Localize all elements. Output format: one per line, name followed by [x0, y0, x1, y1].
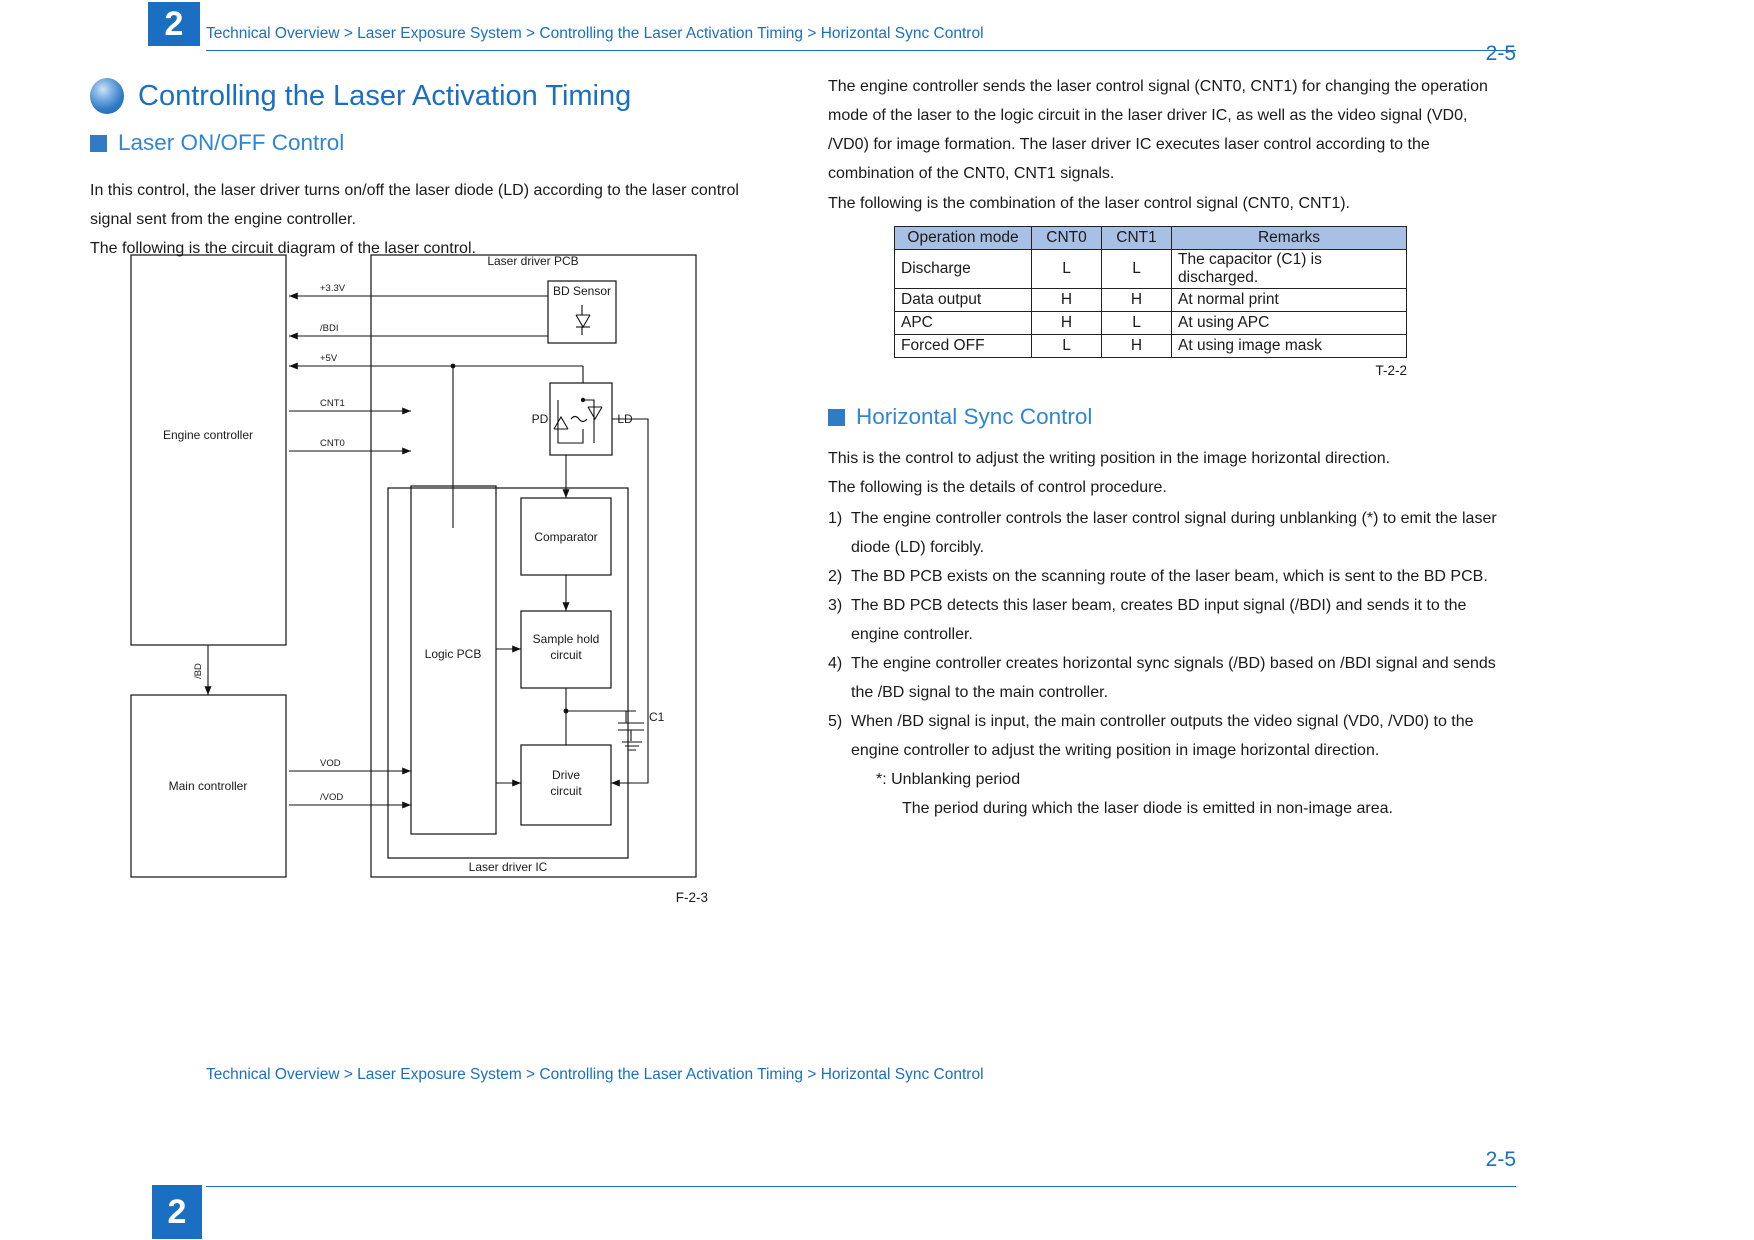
cell-mode: APC [894, 311, 1032, 335]
right-paragraph-2: The following is the combination of the … [828, 195, 1350, 212]
footer-divider [206, 1186, 1516, 1187]
list-item: 5) When /BD signal is input, the main co… [828, 707, 1498, 765]
left-paragraph-1: In this control, the laser driver turns … [90, 182, 739, 228]
footnote-text-line: The period during which the laser diode … [902, 800, 1393, 817]
fig-label-comparator: Comparator [534, 530, 597, 544]
fig-label-bd-sensor: BD Sensor [553, 284, 611, 298]
list-item: 3) The BD PCB detects this laser beam, c… [828, 591, 1498, 649]
procedure-steps: 1) The engine controller controls the la… [828, 504, 1498, 765]
table-row: Discharge L L The capacitor (C1) is disc… [894, 249, 1407, 289]
fig-signal-33v: +3.3V [320, 283, 346, 294]
fig-label-drive-1: Drive [552, 768, 580, 782]
page-title-row: Controlling the Laser Activation Timing [90, 72, 750, 120]
right-paragraph-1: The engine controller sends the laser co… [828, 78, 1488, 182]
fig-label-laser-driver-ic: Laser driver IC [469, 860, 548, 874]
cell-cnt1: H [1101, 288, 1172, 312]
header-divider [206, 50, 1516, 51]
table-caption: T-2-2 [1375, 363, 1407, 378]
fig-signal-cnt1: CNT1 [320, 398, 345, 409]
section-heading-laser-onoff: Laser ON/OFF Control [90, 130, 750, 156]
figure-caption: F-2-3 [675, 890, 708, 905]
footer-breadcrumb: Technical Overview > Laser Exposure Syst… [206, 1066, 984, 1083]
fig-signal-5v: +5V [320, 353, 338, 364]
right-column: The engine controller sends the laser co… [828, 72, 1498, 823]
cell-cnt1: H [1101, 334, 1172, 358]
cell-cnt1: L [1101, 311, 1172, 335]
cell-mode: Discharge [894, 249, 1032, 289]
left-column: Controlling the Laser Activation Timing … [90, 72, 750, 263]
th-cnt0: CNT0 [1031, 226, 1102, 250]
th-remarks: Remarks [1171, 226, 1407, 250]
step-number: 5) [828, 713, 843, 730]
cell-remarks: At normal print [1171, 288, 1407, 312]
fig-label-drive-2: circuit [550, 784, 582, 798]
page-number-top: 2-5 [1485, 42, 1516, 65]
page-header: 2 Technical Overview > Laser Exposure Sy… [0, 0, 1754, 65]
fig-label-engine-controller: Engine controller [163, 428, 253, 442]
step-text: The BD PCB exists on the scanning route … [851, 568, 1488, 585]
fig-label-main-controller: Main controller [169, 779, 248, 793]
fig-label-logic-pcb: Logic PCB [425, 647, 482, 661]
step-number: 4) [828, 655, 843, 672]
page-title: Controlling the Laser Activation Timing [138, 79, 632, 112]
fig-signal-cnt0: CNT0 [320, 438, 345, 449]
fig-label-sample-hold-2: circuit [550, 648, 582, 662]
list-item: 1) The engine controller controls the la… [828, 504, 1498, 562]
step-number: 2) [828, 568, 843, 585]
cell-cnt0: L [1031, 334, 1102, 358]
step-number: 3) [828, 597, 843, 614]
sphere-bullet-icon [90, 78, 124, 114]
fig-signal-vod: VOD [320, 758, 341, 769]
step-text: The BD PCB detects this laser beam, crea… [851, 597, 1467, 643]
cell-remarks: At using image mask [1171, 334, 1407, 358]
table-row: Forced OFF L H At using image mask [894, 334, 1407, 358]
cell-cnt0: H [1031, 288, 1102, 312]
fig-label-sample-hold-1: Sample hold [533, 632, 600, 646]
square-bullet-icon [90, 134, 107, 152]
footer-chapter-badge: 2 [152, 1185, 202, 1239]
laser-control-signal-table: Operation mode CNT0 CNT1 Remarks Dischar… [894, 226, 1407, 358]
footnote-marker-line: *: Unblanking period [876, 771, 1021, 788]
fig-label-ld: LD [617, 412, 633, 426]
right-paragraph-4: The following is the details of control … [828, 479, 1167, 496]
list-item: 4) The engine controller creates horizon… [828, 649, 1498, 707]
step-text: When /BD signal is input, the main contr… [851, 713, 1474, 759]
fig-signal-bdi: /BDI [320, 323, 338, 334]
list-item: 2) The BD PCB exists on the scanning rou… [828, 562, 1498, 591]
square-bullet-icon [828, 408, 845, 426]
step-text: The engine controller controls the laser… [851, 510, 1497, 556]
cell-mode: Data output [894, 288, 1032, 312]
table-header-row: Operation mode CNT0 CNT1 Remarks [894, 226, 1407, 250]
step-text: The engine controller creates horizontal… [851, 655, 1496, 701]
th-cnt1: CNT1 [1101, 226, 1172, 250]
fig-label-pd: PD [532, 412, 549, 426]
cell-cnt0: H [1031, 311, 1102, 335]
step-number: 1) [828, 510, 843, 527]
breadcrumb: Technical Overview > Laser Exposure Syst… [206, 25, 984, 42]
page-number-bottom: 2-5 [1485, 1148, 1516, 1171]
circuit-diagram: Engine controller Main controller Laser … [128, 243, 708, 888]
fig-signal-bd: /BD [193, 663, 204, 679]
fig-signal-nvod: /VOD [320, 792, 343, 803]
table-row: APC H L At using APC [894, 311, 1407, 335]
section-heading-label: Laser ON/OFF Control [118, 130, 345, 155]
fig-label-laser-driver-pcb: Laser driver PCB [487, 254, 578, 268]
section-heading-horizontal-sync: Horizontal Sync Control [828, 404, 1498, 430]
cell-remarks: At using APC [1171, 311, 1407, 335]
cell-cnt0: L [1031, 249, 1102, 289]
cell-mode: Forced OFF [894, 334, 1032, 358]
right-paragraph-3: This is the control to adjust the writin… [828, 450, 1391, 467]
table-row: Data output H H At normal print [894, 288, 1407, 312]
cell-cnt1: L [1101, 249, 1172, 289]
th-operation-mode: Operation mode [894, 226, 1032, 250]
cell-remarks: The capacitor (C1) is discharged. [1171, 249, 1407, 289]
section-heading-label: Horizontal Sync Control [856, 404, 1093, 429]
chapter-badge: 2 [148, 2, 200, 46]
fig-label-c1: C1 [649, 710, 665, 724]
